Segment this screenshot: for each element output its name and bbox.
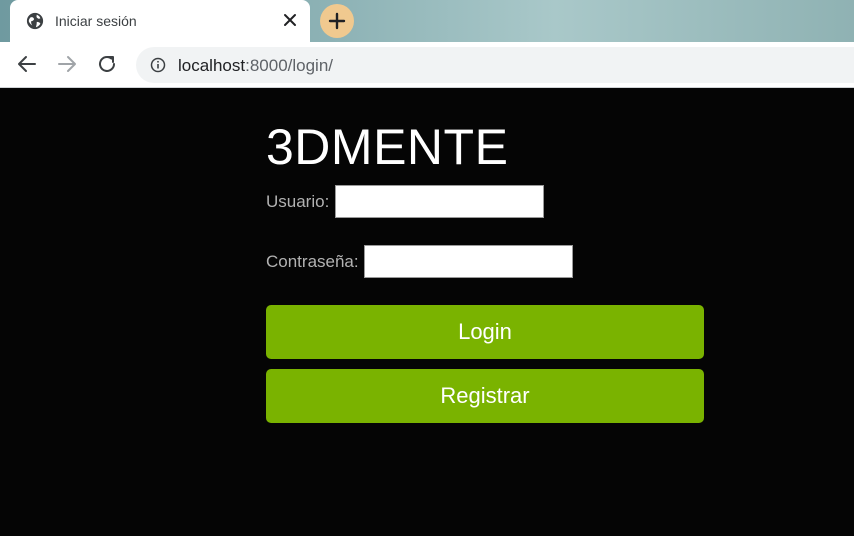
back-arrow-icon[interactable] xyxy=(15,52,39,76)
url-path: :8000/login/ xyxy=(245,56,334,75)
address-bar[interactable]: localhost:8000/login/ xyxy=(136,47,854,83)
url-text: localhost:8000/login/ xyxy=(178,56,333,76)
password-field[interactable] xyxy=(364,245,573,278)
tab-strip: Iniciar sesión xyxy=(0,0,854,42)
browser-tab[interactable]: Iniciar sesión xyxy=(10,0,310,42)
tab-title: Iniciar sesión xyxy=(55,13,137,29)
browser-toolbar: localhost:8000/login/ xyxy=(0,42,854,88)
browser-chrome: Iniciar sesión localhost:8000/login/ xyxy=(0,0,854,88)
page-title: 3DMENTE xyxy=(266,119,509,175)
url-host: localhost xyxy=(178,56,246,75)
username-field[interactable] xyxy=(335,185,544,218)
reload-icon[interactable] xyxy=(95,52,119,76)
login-page: 3DMENTE Usuario: Contraseña: Login Regis… xyxy=(0,88,854,536)
new-tab-button[interactable] xyxy=(320,4,354,38)
close-icon[interactable] xyxy=(280,10,300,30)
forward-arrow-icon[interactable] xyxy=(55,52,79,76)
login-button[interactable]: Login xyxy=(266,305,704,359)
password-label: Contraseña: xyxy=(266,252,359,271)
username-label: Usuario: xyxy=(266,192,330,211)
globe-icon xyxy=(26,12,44,30)
info-icon[interactable] xyxy=(150,57,166,73)
plus-icon xyxy=(328,12,346,30)
register-button[interactable]: Registrar xyxy=(266,369,704,423)
